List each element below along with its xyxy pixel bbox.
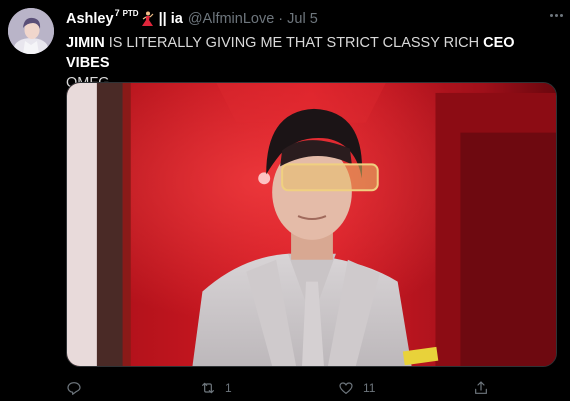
more-options-button[interactable] (546, 6, 566, 24)
avatar[interactable] (8, 8, 54, 54)
tweet-text-middle: IS LITERALLY GIVING ME THAT STRICT CLASS… (104, 35, 484, 51)
retweet-icon (202, 382, 214, 394)
retweet-count: 1 (225, 381, 232, 395)
tweet[interactable]: Ashley 7 PTD || ia @AlfminLove · Jul 5 J… (0, 0, 570, 401)
more-dots-icon (549, 13, 553, 17)
share-icon (475, 381, 487, 394)
separator-dot: · (278, 11, 284, 27)
reply-icon (67, 382, 81, 395)
display-name[interactable]: Ashley (66, 11, 114, 27)
reply-button[interactable] (66, 378, 91, 398)
heart-icon (339, 382, 353, 394)
like-button[interactable]: 11 (338, 378, 375, 398)
name-ptd: PTD (122, 8, 139, 18)
tweet-text-line1: JIMIN IS LITERALLY GIVING ME THAT STRICT… (66, 33, 556, 73)
name-suffix: || ia (158, 11, 183, 27)
tweet-media[interactable] (66, 82, 557, 367)
tweet-text-bold-jimin: JIMIN (66, 35, 105, 51)
tweet-actions: 1 11 (66, 378, 496, 398)
name-superscript: 7 (114, 8, 120, 18)
like-count: 11 (363, 381, 376, 395)
tweet-date[interactable]: Jul 5 (287, 11, 318, 27)
tweet-header: Ashley 7 PTD || ia @AlfminLove · Jul 5 (66, 8, 318, 28)
user-handle[interactable]: @AlfminLove (188, 11, 274, 27)
share-button[interactable] (473, 378, 489, 398)
woman-dancing-icon (140, 11, 154, 27)
retweet-button[interactable]: 1 (200, 378, 232, 398)
